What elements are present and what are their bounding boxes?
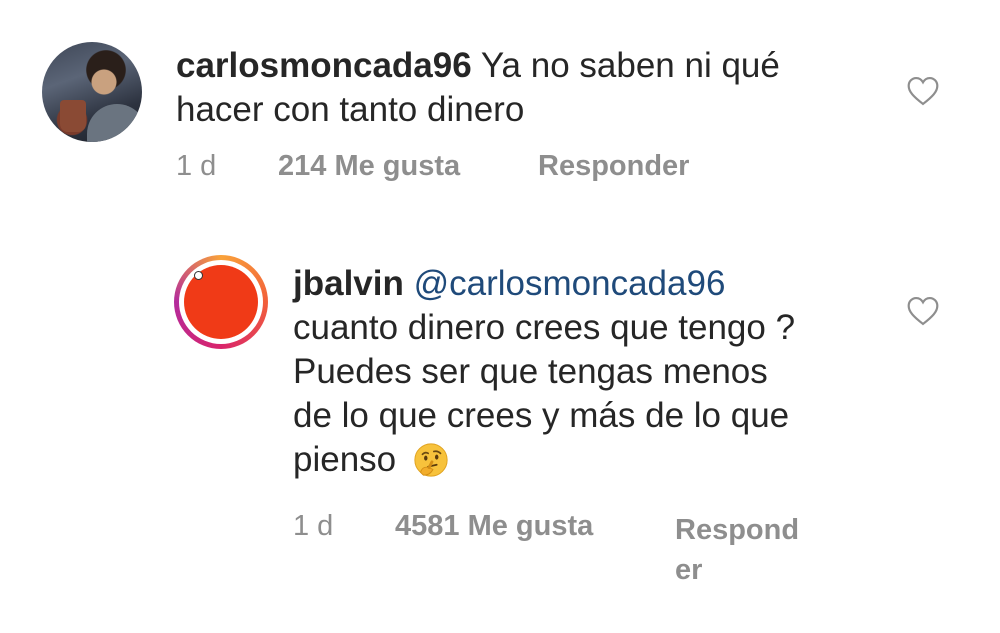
comment-text-line1: Ya no saben ni qué [480,46,780,85]
comment-text-line4: pienso [293,440,397,479]
comment-meta: 1 d [176,150,216,183]
comment-username[interactable]: carlosmoncada96 [176,46,472,85]
reply-button[interactable]: Respond er [675,510,799,590]
avatar-cup-detail [60,100,86,132]
comment-meta: 1 d [293,510,333,543]
comment-time: 1 d [293,510,334,542]
comment-text-line2: Puedes ser que tengas menos [293,352,768,391]
comment-body: jbalvin @carlosmoncada96 cuanto dinero c… [293,262,893,482]
comment-text-line1: cuanto dinero crees que tengo ? [293,308,796,347]
heart-outline-icon[interactable] [906,76,940,106]
avatar-eye-detail [194,271,203,280]
reply-label-line1: Respond [675,514,800,546]
reply-button[interactable]: Responder [538,150,689,183]
comment-text-line2: hacer con tanto dinero [176,90,525,129]
comment-body: carlosmoncada96 Ya no saben ni qué hacer… [176,44,876,132]
like-count[interactable]: 214 Me gusta [278,150,460,183]
thinking-face-emoji [414,443,448,477]
like-count[interactable]: 4581 Me gusta [395,510,593,543]
avatar-shirt-detail [87,104,142,142]
comment-text-line3: de lo que crees y más de lo que [293,396,790,435]
heart-outline-icon[interactable] [906,296,940,326]
avatar[interactable] [174,255,268,349]
comment-time: 1 d [176,150,217,182]
reply-label-line2: er [675,554,703,586]
comment-username[interactable]: jbalvin [293,264,404,303]
avatar[interactable] [42,42,142,142]
mention-link[interactable]: @carlosmoncada96 [414,264,726,303]
